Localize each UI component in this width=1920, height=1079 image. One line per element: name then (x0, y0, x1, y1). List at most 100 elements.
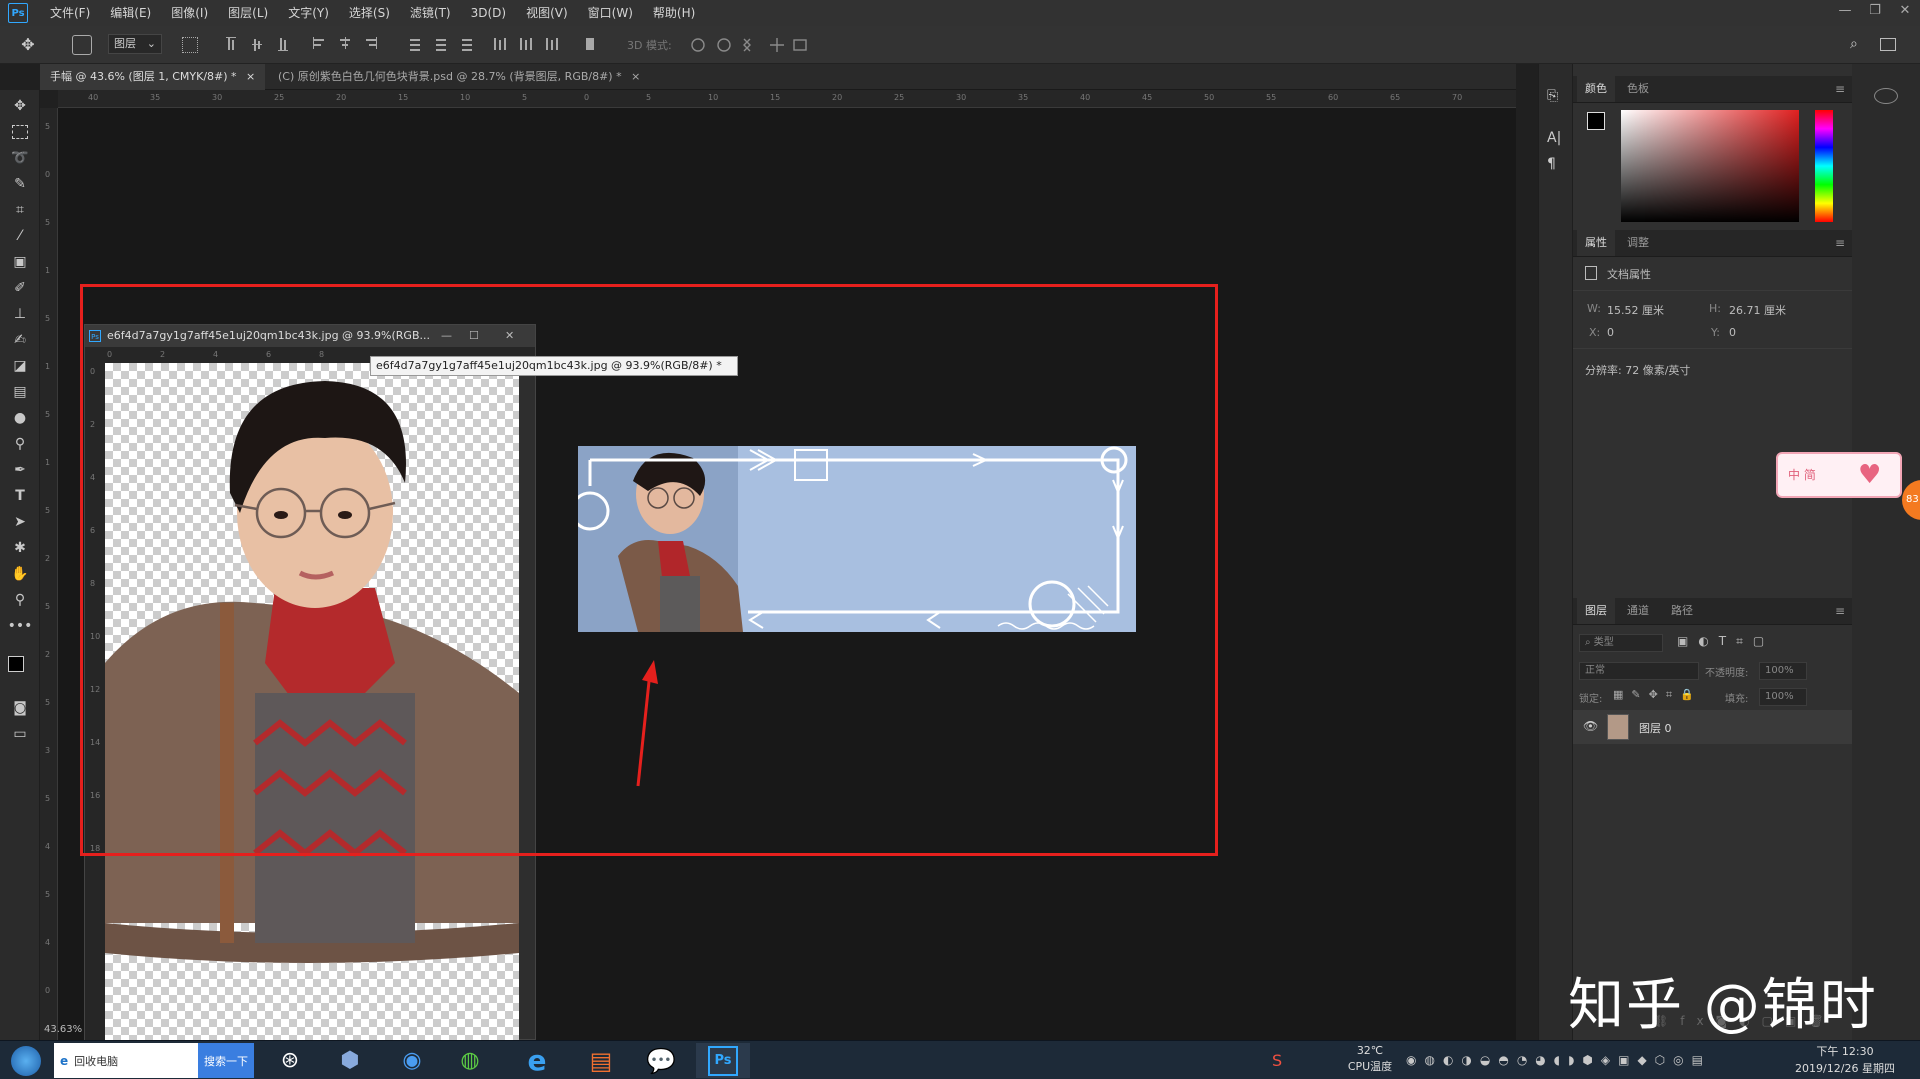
tab-background-psd[interactable]: (C) 原创紫色白色几何色块背景.psd @ 28.7% (背景图层, RGB/… (268, 64, 650, 90)
notes-app-icon[interactable]: ▤ (576, 1043, 626, 1078)
tab-layers[interactable]: 图层 (1577, 598, 1615, 624)
stamp-tool-icon[interactable]: ⊥ (8, 304, 32, 324)
search-button[interactable]: 搜索一下 (198, 1043, 254, 1078)
tab-properties[interactable]: 属性 (1577, 230, 1615, 256)
frame-tool-icon[interactable]: ▣ (8, 252, 32, 272)
eyedropper-icon[interactable]: ⁄ (8, 226, 32, 246)
tab-shoufu[interactable]: 手幅 @ 43.6% (图层 1, CMYK/8#) * × (40, 64, 266, 90)
close-button[interactable]: ✕ (1890, 0, 1920, 20)
type-tool-icon[interactable]: T (8, 486, 32, 506)
menu-image[interactable]: 图像(I) (161, 0, 218, 26)
3d-mode-icons (690, 36, 820, 54)
paragraph-panel-icon[interactable]: ¶ (1547, 156, 1565, 174)
history-panel-icon[interactable]: ⎘ (1547, 88, 1565, 106)
restore-button[interactable]: ❐ (1860, 0, 1890, 20)
history-brush-icon[interactable]: ✍ (8, 330, 32, 350)
sticker-widget[interactable]: 中 简 ♥ (1776, 452, 1902, 498)
layer-filter-dropdown[interactable]: ⌕ 类型 (1579, 634, 1663, 652)
menu-type[interactable]: 文字(Y) (278, 0, 339, 26)
lock-icons[interactable]: ▦✎✥⌗🔒 (1613, 688, 1703, 704)
foreground-color-swatch[interactable] (8, 656, 24, 672)
menu-help[interactable]: 帮助(H) (643, 0, 705, 26)
tab-color[interactable]: 颜色 (1577, 76, 1615, 102)
path-select-icon[interactable]: ➤ (8, 512, 32, 532)
align-distribute-icons[interactable] (226, 36, 606, 54)
foreground-color-chip[interactable] (1587, 112, 1605, 130)
tab-label: (C) 原创紫色白色几何色块背景.psd @ 28.7% (背景图层, RGB/… (278, 70, 622, 83)
layer-name[interactable]: 图层 0 (1639, 720, 1672, 736)
tab-swatches[interactable]: 色板 (1619, 76, 1657, 102)
hand-tool-icon[interactable]: ✋ (8, 564, 32, 584)
minimize-button[interactable]: — (1830, 0, 1860, 20)
panel-menu-icon[interactable]: ≡ (1835, 82, 1845, 96)
pen-tool-icon[interactable]: ✒ (8, 460, 32, 480)
lasso-tool-icon[interactable]: ➰ (8, 148, 32, 168)
height-value[interactable]: 26.71 厘米 (1729, 302, 1786, 318)
opacity-field[interactable]: 100% (1759, 662, 1807, 680)
screen-mode-icon[interactable]: ▭ (8, 724, 32, 744)
brush-tool-icon[interactable]: ✐ (8, 278, 32, 298)
menu-filter[interactable]: 滤镜(T) (400, 0, 461, 26)
ruler-label: 0 (45, 986, 51, 995)
ruler-label: 5 (45, 410, 51, 419)
gradient-tool-icon[interactable]: ▤ (8, 382, 32, 402)
layer-filter-icons[interactable]: ▣◐T⌗▢ (1677, 634, 1787, 652)
cloud-icon[interactable] (1874, 88, 1898, 104)
app-icon-4[interactable]: ◍ (450, 1043, 490, 1078)
more-tools-icon[interactable]: ••• (8, 616, 33, 636)
panel-menu-icon[interactable]: ≡ (1835, 236, 1845, 250)
custom-shape-icon[interactable]: ✱ (8, 538, 32, 558)
clock[interactable]: 下午 12:30 2019/12/26 星期四 (1780, 1043, 1910, 1079)
menu-layer[interactable]: 图层(L) (218, 0, 278, 26)
panel-menu-icon[interactable]: ≡ (1835, 604, 1845, 618)
color-picker-field[interactable] (1621, 110, 1799, 222)
ruler-label: 25 (894, 93, 905, 102)
menu-view[interactable]: 视图(V) (516, 0, 578, 26)
menu-3d[interactable]: 3D(D) (461, 0, 516, 26)
photoshop-taskbar-icon[interactable]: Ps (696, 1043, 750, 1078)
zoom-tool-icon[interactable]: ⚲ (8, 590, 32, 610)
eye-icon[interactable]: 👁 (1583, 719, 1598, 733)
app-icon-2[interactable]: ⬢ (330, 1043, 370, 1078)
tab-paths[interactable]: 路径 (1663, 598, 1701, 624)
move-tool-icon[interactable]: ✥ (8, 96, 32, 116)
quick-select-icon[interactable]: ✎ (8, 174, 32, 194)
y-value[interactable]: 0 (1729, 326, 1736, 339)
hue-slider[interactable] (1815, 110, 1833, 222)
tab-close-icon[interactable]: × (631, 70, 640, 83)
crop-tool-icon[interactable]: ⌗ (8, 200, 32, 220)
auto-select-icon[interactable] (72, 35, 92, 55)
blend-mode-dropdown[interactable]: 正常 (1579, 662, 1699, 680)
start-button[interactable] (6, 1043, 46, 1078)
search-icon[interactable]: ⌕ (1850, 36, 1868, 54)
app-icon-1[interactable]: ⊛ (270, 1043, 310, 1078)
menu-file[interactable]: 文件(F) (40, 0, 100, 26)
tab-adjustments[interactable]: 调整 (1619, 230, 1657, 256)
x-value[interactable]: 0 (1607, 326, 1614, 339)
character-panel-icon[interactable]: A| (1547, 130, 1565, 148)
eraser-icon[interactable]: ◪ (8, 356, 32, 376)
blur-tool-icon[interactable]: ● (8, 408, 32, 428)
marquee-tool-icon[interactable] (8, 122, 32, 142)
dodge-tool-icon[interactable]: ⚲ (8, 434, 32, 454)
system-tray-icons[interactable]: ◉◍◐◑◒◓◔◕◖◗⬢◈▣◆⬡◎▤ (1406, 1053, 1766, 1069)
layer-select-dropdown[interactable]: 图层 ⌄ (108, 34, 162, 54)
fill-field[interactable]: 100% (1759, 688, 1807, 706)
tray-sogou-icon[interactable]: S (1272, 1051, 1332, 1070)
tab-close-icon[interactable]: × (246, 70, 255, 83)
ie-browser-icon[interactable]: e (512, 1043, 562, 1078)
tab-channels[interactable]: 通道 (1619, 598, 1657, 624)
workspace-icon[interactable] (1880, 38, 1896, 51)
transform-controls-icon[interactable] (182, 37, 198, 53)
app-icon-3[interactable]: ◉ (392, 1043, 432, 1078)
width-value[interactable]: 15.52 厘米 (1607, 302, 1664, 318)
menu-window[interactable]: 窗口(W) (578, 0, 643, 26)
menu-edit[interactable]: 编辑(E) (100, 0, 161, 26)
quick-mask-icon[interactable]: ◙ (8, 698, 32, 718)
layer-row[interactable]: 👁 图层 0 (1573, 710, 1853, 744)
ruler-label: 5 (45, 314, 51, 323)
ie-search-box[interactable]: e 回收电脑 (54, 1043, 198, 1078)
menu-select[interactable]: 选择(S) (339, 0, 400, 26)
wechat-icon[interactable]: 💬 (636, 1043, 686, 1078)
move-tool-icon[interactable]: ✥ (18, 35, 38, 55)
